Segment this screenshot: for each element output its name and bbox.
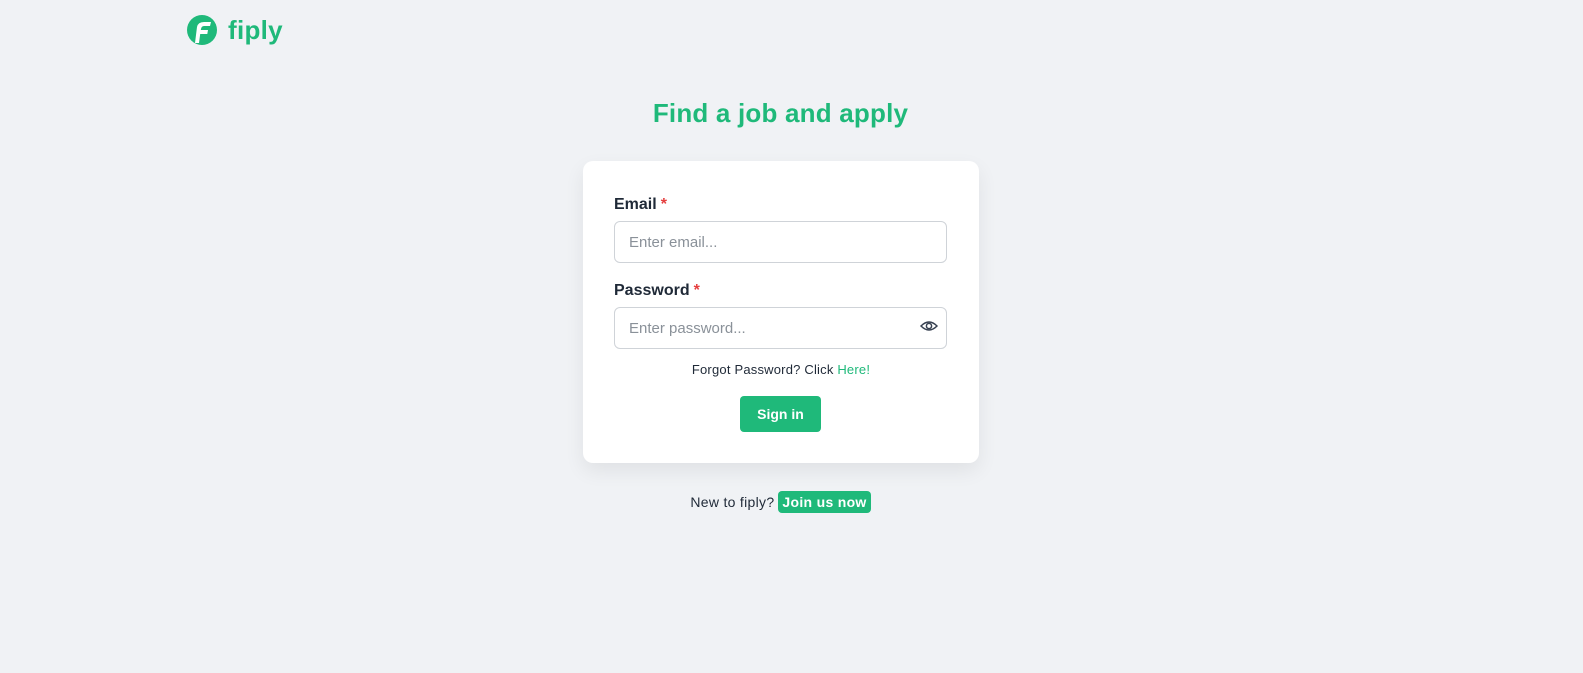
password-input[interactable] bbox=[614, 307, 947, 349]
eye-icon[interactable] bbox=[919, 319, 939, 333]
logo-icon[interactable] bbox=[186, 14, 218, 46]
email-label: Email * bbox=[614, 195, 667, 215]
password-label-text: Password bbox=[614, 282, 690, 299]
page-title: Find a job and apply bbox=[652, 98, 909, 128]
header: fiply bbox=[186, 14, 283, 46]
password-label: Password * bbox=[614, 281, 700, 301]
required-marker: * bbox=[693, 282, 700, 299]
signin-button[interactable]: Sign in bbox=[740, 396, 821, 432]
forgot-password-link[interactable]: Here! bbox=[837, 362, 870, 377]
join-button[interactable]: Join us now bbox=[778, 491, 871, 513]
required-marker: * bbox=[660, 196, 667, 213]
forgot-password: Forgot Password? Click Here! bbox=[583, 362, 979, 377]
logo-text[interactable]: fiply bbox=[228, 14, 283, 46]
signup-prompt-text: New to fiply? bbox=[690, 494, 775, 510]
signup-prompt: New to fiply? Join us now bbox=[0, 491, 1561, 513]
email-input[interactable] bbox=[614, 221, 947, 263]
forgot-password-text: Forgot Password? Click bbox=[691, 362, 834, 377]
email-label-text: Email bbox=[614, 196, 657, 213]
signin-card: Email* Password* Forgot Password? Click … bbox=[583, 161, 979, 463]
